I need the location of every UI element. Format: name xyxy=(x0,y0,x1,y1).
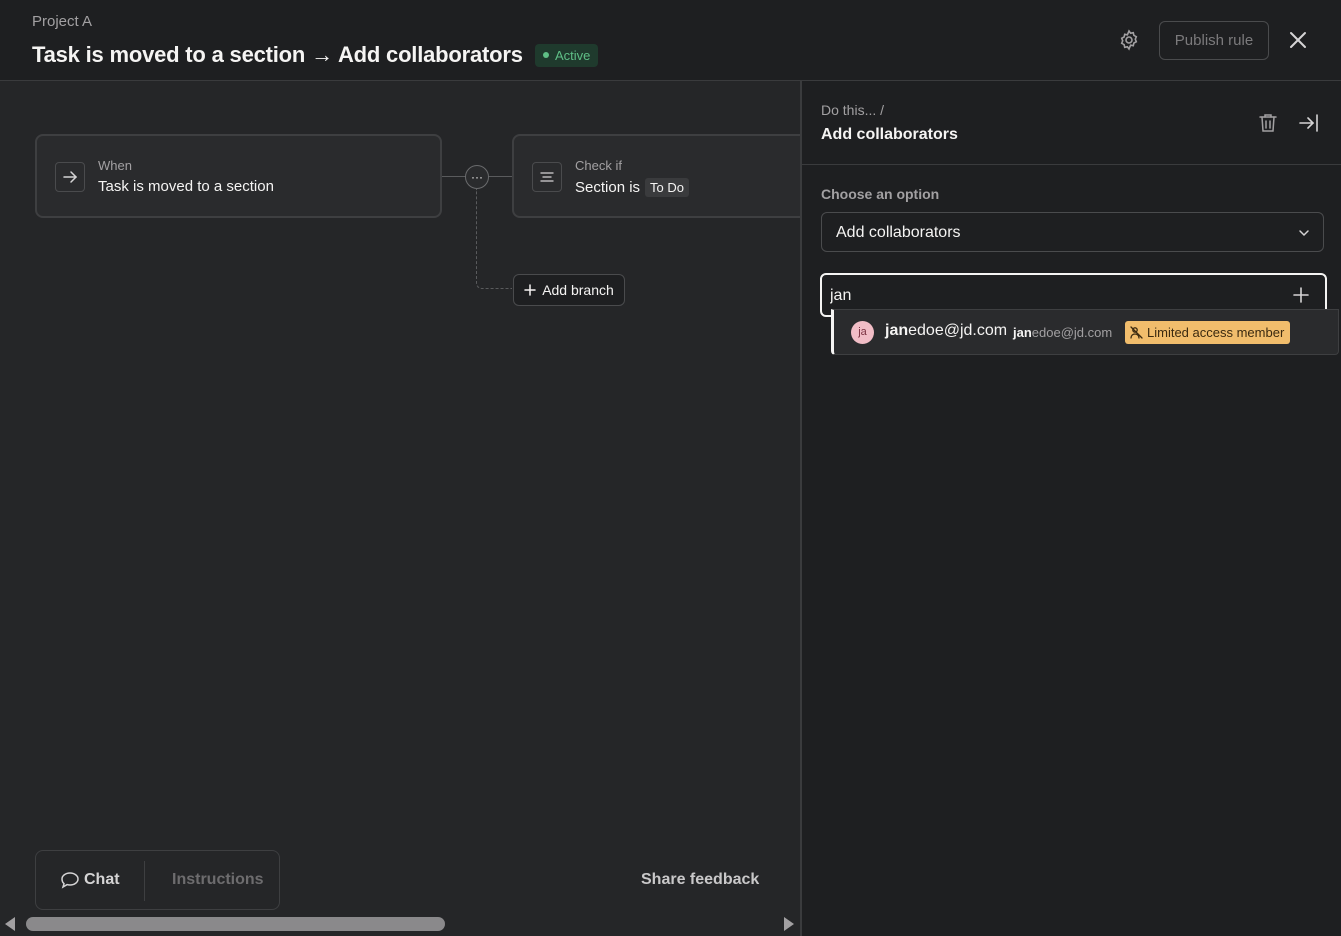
plus-icon[interactable] xyxy=(1292,286,1310,304)
condition-node[interactable]: Check if Section is To Do xyxy=(512,134,800,218)
trigger-node[interactable]: When Task is moved to a section xyxy=(35,134,442,218)
branch-connector xyxy=(476,189,512,289)
suggestion-name: janedoe@jd.com xyxy=(885,322,1007,340)
limited-access-label: Limited access member xyxy=(1147,325,1285,340)
avatar: ja xyxy=(851,321,874,344)
panel-header: Do this... / Add collaborators xyxy=(802,81,1341,165)
panel-title: Add collaborators xyxy=(821,126,958,143)
limited-access-icon xyxy=(1130,326,1143,339)
trash-icon[interactable] xyxy=(1257,112,1279,134)
close-icon[interactable] xyxy=(1286,28,1310,52)
more-options-button[interactable]: ··· xyxy=(465,165,489,189)
suggestion-email: janedoe@jd.com xyxy=(1013,325,1112,340)
tab-chat[interactable]: Chat xyxy=(60,871,120,889)
action-panel: Do this... / Add collaborators Choose an… xyxy=(800,81,1341,936)
selected-option: Add collaborators xyxy=(836,224,961,241)
tab-instructions[interactable]: Instructions xyxy=(172,871,264,889)
breadcrumb[interactable]: Do this... / xyxy=(821,102,884,118)
tab-chat-label: Chat xyxy=(84,871,120,888)
trigger-label: When xyxy=(98,158,132,173)
suggestion-item[interactable]: ja janedoe@jd.com janedoe@jd.com Limited… xyxy=(831,309,1339,355)
filter-lines-icon xyxy=(532,162,562,192)
section-pill: To Do xyxy=(645,178,690,197)
assistant-tabs: Chat Instructions xyxy=(35,850,280,910)
tab-divider xyxy=(144,861,145,901)
condition-text: Section is xyxy=(575,179,641,196)
scroll-thumb[interactable] xyxy=(26,917,445,931)
status-badge: Active xyxy=(535,44,599,67)
rule-title: Task is moved to a section → Add collabo… xyxy=(32,42,523,67)
arrow-right-icon xyxy=(55,162,85,192)
email-match: jan xyxy=(1013,325,1032,340)
plus-icon xyxy=(524,284,536,296)
condition-label: Check if xyxy=(575,158,622,173)
name-match: jan xyxy=(885,322,909,339)
rule-header: Project A Task is moved to a section → A… xyxy=(0,0,1341,81)
email-rest: edoe@jd.com xyxy=(1031,325,1113,340)
collaborator-search-input[interactable] xyxy=(830,285,1270,307)
share-feedback-link[interactable]: Share feedback xyxy=(641,871,759,889)
rule-canvas[interactable]: When Task is moved to a section ··· Chec… xyxy=(0,81,800,936)
trigger-value: Task is moved to a section xyxy=(98,178,274,195)
add-branch-label: Add branch xyxy=(542,282,614,298)
project-name[interactable]: Project A xyxy=(32,13,92,30)
gear-icon[interactable] xyxy=(1117,28,1141,52)
scroll-left-arrow[interactable] xyxy=(5,917,15,931)
add-branch-button[interactable]: Add branch xyxy=(513,274,625,306)
action-select[interactable]: Add collaborators xyxy=(821,212,1324,252)
name-rest: edoe@jd.com xyxy=(908,322,1008,339)
choose-option-label: Choose an option xyxy=(821,186,940,202)
scroll-right-arrow[interactable] xyxy=(784,917,794,931)
horizontal-scrollbar[interactable] xyxy=(0,912,800,936)
chat-bubble-icon xyxy=(61,872,79,889)
collapse-panel-icon[interactable] xyxy=(1298,112,1320,134)
condition-value: Section is To Do xyxy=(575,178,690,197)
publish-rule-button[interactable]: Publish rule xyxy=(1159,21,1269,60)
chevron-down-icon xyxy=(1299,230,1309,237)
limited-access-badge: Limited access member xyxy=(1125,321,1291,344)
